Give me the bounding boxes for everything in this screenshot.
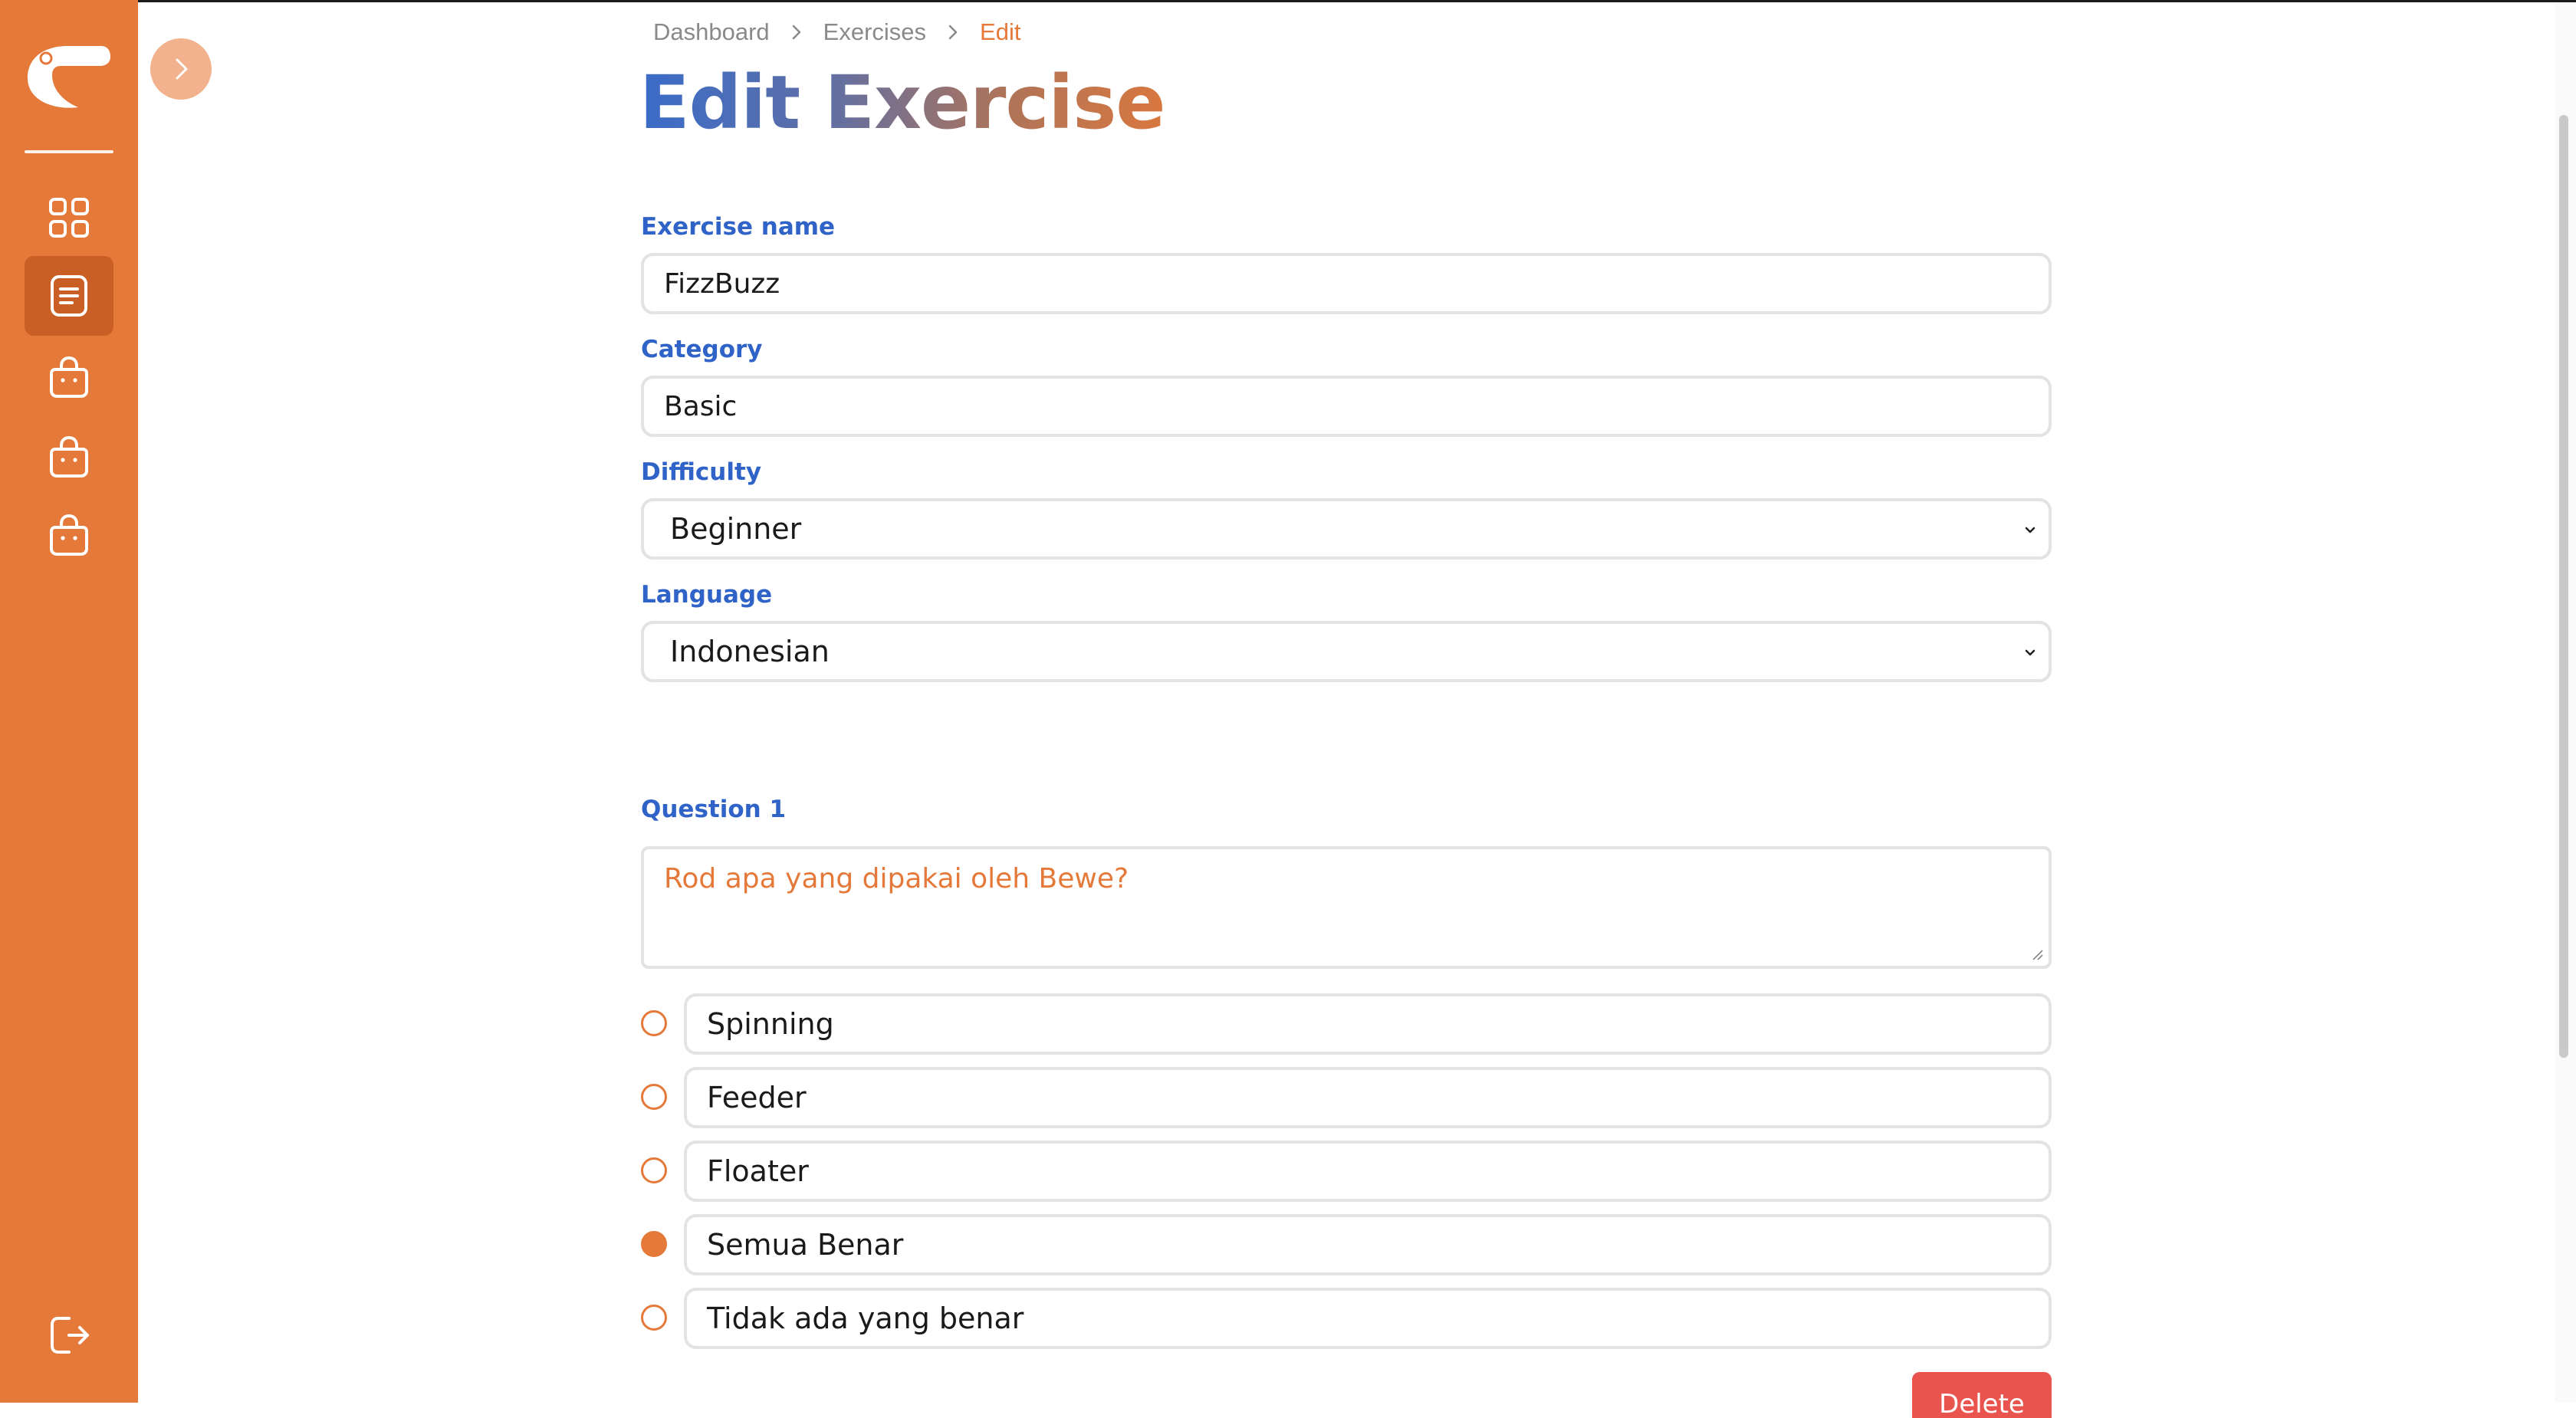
chevron-right-icon — [770, 24, 823, 41]
difficulty-select[interactable]: Beginner — [641, 498, 2052, 560]
page-title-part2: Exercise — [824, 60, 1165, 146]
answer-input[interactable]: Spinning — [684, 993, 2052, 1055]
sidebar-item-dashboard[interactable] — [25, 178, 113, 258]
answer-radio[interactable] — [641, 1305, 667, 1331]
breadcrumb: Dashboard Exercises Edit — [653, 17, 1020, 48]
language-select[interactable]: Indonesian — [641, 621, 2052, 682]
breadcrumb-edit: Edit — [980, 18, 1021, 45]
chevron-down-icon — [2025, 527, 2036, 533]
toucan-logo[interactable] — [21, 40, 112, 110]
exercise-name-value: FizzBuzz — [664, 268, 780, 300]
delete-question-button[interactable]: Delete — [1912, 1372, 2052, 1418]
category-value: Basic — [664, 390, 738, 422]
answer-row: Semua Benar — [641, 1214, 2052, 1275]
language-label: Language — [641, 581, 773, 609]
category-input[interactable]: Basic — [641, 376, 2052, 437]
answer-text: Tidak ada yang benar — [707, 1301, 1024, 1335]
answer-row: Tidak ada yang benar — [641, 1288, 2052, 1349]
logout-icon — [51, 1317, 89, 1354]
language-value: Indonesian — [670, 635, 830, 668]
resize-grip-icon[interactable] — [2030, 947, 2044, 961]
question-label: Question 1 — [641, 796, 787, 823]
logout-button[interactable] — [25, 1295, 113, 1375]
shopping-bag-icon — [50, 435, 88, 478]
page-title: Edit Exercise — [639, 57, 1165, 149]
breadcrumb-exercises[interactable]: Exercises — [823, 18, 926, 46]
sidebar-item-bag-1[interactable] — [25, 337, 113, 417]
answer-radio[interactable] — [641, 1084, 667, 1110]
breadcrumb-dashboard[interactable]: Dashboard — [653, 18, 770, 46]
chevron-right-icon — [176, 58, 188, 80]
answer-text: Floater — [707, 1154, 809, 1188]
answer-input[interactable]: Floater — [684, 1141, 2052, 1202]
sidebar-item-bag-3[interactable] — [25, 495, 113, 575]
expand-sidebar-button[interactable] — [150, 38, 212, 100]
page-title-part1: Edit — [639, 60, 800, 146]
scrollbar-thumb[interactable] — [2559, 115, 2568, 1058]
chevron-down-icon — [2025, 649, 2036, 656]
shopping-bag-icon — [50, 356, 88, 398]
difficulty-label: Difficulty — [641, 458, 762, 486]
answer-input[interactable]: Semua Benar — [684, 1214, 2052, 1275]
answer-text: Feeder — [707, 1081, 807, 1114]
sidebar-divider — [25, 150, 113, 153]
exercises-list-icon — [51, 275, 87, 317]
difficulty-value: Beginner — [670, 512, 802, 546]
delete-label: Delete — [1939, 1389, 2025, 1418]
exercise-name-input[interactable]: FizzBuzz — [641, 253, 2052, 314]
category-label: Category — [641, 336, 763, 363]
shopping-bag-icon — [50, 514, 88, 556]
answer-input[interactable]: Feeder — [684, 1067, 2052, 1128]
answer-radio-selected[interactable] — [641, 1231, 667, 1257]
answer-text: Spinning — [707, 1007, 834, 1041]
question-text: Rod apa yang dipakai oleh Bewe? — [664, 863, 1129, 894]
window-top-border — [0, 0, 2576, 2]
answer-row: Floater — [641, 1141, 2052, 1202]
exercise-name-label: Exercise name — [641, 213, 836, 241]
question-textarea[interactable]: Rod apa yang dipakai oleh Bewe? — [641, 846, 2052, 969]
dashboard-grid-icon — [49, 198, 89, 238]
answer-row: Feeder — [641, 1067, 2052, 1128]
answer-text: Semua Benar — [707, 1228, 904, 1262]
sidebar — [0, 0, 138, 1403]
sidebar-item-exercises[interactable] — [25, 256, 113, 336]
answer-row: Spinning — [641, 993, 2052, 1055]
chevron-right-icon — [926, 24, 980, 41]
answer-radio[interactable] — [641, 1010, 667, 1036]
answer-radio[interactable] — [641, 1157, 667, 1183]
answer-input[interactable]: Tidak ada yang benar — [684, 1288, 2052, 1349]
sidebar-item-bag-2[interactable] — [25, 417, 113, 497]
